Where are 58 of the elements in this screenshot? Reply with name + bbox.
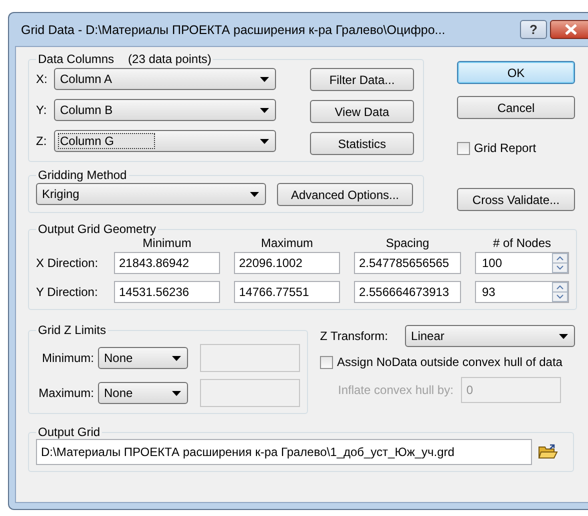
cross-validate-button[interactable]: Cross Validate...	[457, 188, 575, 211]
axis-label: X:	[36, 72, 48, 86]
advanced-options-button[interactable]: Advanced Options...	[277, 183, 413, 206]
caret-icon	[559, 334, 568, 338]
output-path-field[interactable]: D:\Материалы ПРОЕКТА расширения к-ра Гралево\1_доб_уст_Юж_уч.grd	[36, 439, 532, 465]
column-dropdown[interactable]: Column G	[54, 130, 276, 152]
caret-icon	[260, 108, 269, 112]
checkbox-icon[interactable]	[320, 356, 333, 368]
minimum-field[interactable]: 14531.56236	[114, 281, 220, 303]
limit-label: Maximum:	[38, 386, 94, 400]
column-header: Minimum	[142, 236, 192, 250]
ok-button[interactable]: OK	[457, 61, 575, 84]
cancel-button[interactable]: Cancel	[457, 96, 575, 119]
group-title: Grid Z Limits	[38, 323, 106, 337]
caret-icon	[172, 356, 181, 360]
axis-label: Z:	[36, 134, 48, 148]
method-dropdown[interactable]: Kriging	[36, 183, 266, 205]
group-title: Output Grid Geometry	[38, 222, 156, 236]
data-points-count: (23 data points)	[128, 52, 212, 66]
window-title: Grid Data - D:\Материалы ПРОЕКТА расширения к-ра Гралево\Оцифро...	[21, 22, 446, 36]
data-action-button[interactable]: Statistics	[310, 132, 414, 155]
maximum-field[interactable]: 14766.77551	[234, 281, 340, 303]
caret-icon	[250, 192, 259, 196]
grid-report-checkbox[interactable]: Grid Report	[457, 141, 575, 155]
assign-nodata-checkbox[interactable]: Assign NoData outside convex hull of data	[320, 355, 576, 369]
column-header: Spacing	[384, 236, 430, 250]
column-header: Maximum	[260, 236, 314, 250]
open-folder-icon[interactable]	[538, 444, 558, 460]
column-dropdown[interactable]: Column A	[54, 68, 276, 90]
group-title: Output Grid	[38, 425, 100, 439]
help-button[interactable]: ?	[520, 20, 547, 39]
close-button[interactable]	[550, 20, 588, 39]
limit-label: Minimum:	[40, 351, 94, 365]
group-title: Data Columns	[38, 52, 114, 66]
group-title: Gridding Method	[38, 168, 127, 182]
data-action-button[interactable]: View Data	[310, 100, 414, 123]
minimum-field[interactable]: 21843.86942	[114, 252, 220, 274]
checkbox-icon[interactable]	[457, 142, 470, 154]
z-transform-dropdown[interactable]: Linear	[405, 325, 576, 347]
caret-icon	[260, 76, 269, 82]
column-dropdown[interactable]: Column B	[54, 99, 276, 121]
close-icon[interactable]	[564, 24, 578, 35]
data-action-button[interactable]: Filter Data...	[310, 68, 414, 91]
z-transform-label: Z Transform:	[320, 329, 388, 343]
column-header: # of Nodes	[492, 236, 552, 250]
direction-label: X Direction:	[36, 256, 100, 270]
spacing-field[interactable]: 2.547785656565	[354, 252, 461, 274]
spacing-field[interactable]: 2.556664673913	[354, 281, 461, 303]
spinner-arrows-icon[interactable]	[552, 282, 568, 302]
nodes-spinner[interactable]: 100	[475, 252, 569, 274]
inflate-label: Inflate convex hull by:	[338, 383, 454, 397]
caret-icon	[260, 138, 269, 144]
caret-icon	[172, 390, 181, 396]
nodes-spinner[interactable]: 93	[475, 281, 569, 303]
spinner-arrows-icon[interactable]	[552, 253, 568, 273]
axis-label: Y:	[36, 103, 48, 117]
direction-label: Y Direction:	[36, 285, 99, 299]
maximum-field[interactable]: 22096.1002	[234, 252, 340, 274]
